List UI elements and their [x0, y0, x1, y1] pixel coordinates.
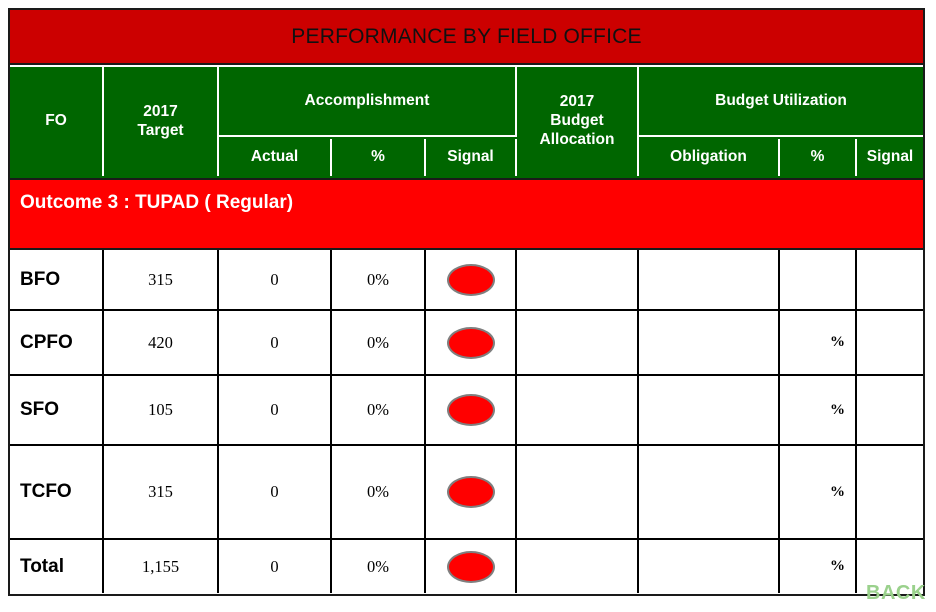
cell-actual: 0 [219, 376, 332, 444]
header-accomplishment-signal-label: Signal [447, 148, 494, 166]
cell-accomplishment-signal [426, 540, 517, 593]
table-title-band: PERFORMANCE BY FIELD OFFICE [10, 10, 923, 65]
header-accomplishment-signal: Signal [426, 139, 517, 176]
cell-accomplishment-signal [426, 446, 517, 538]
header-target-label: 2017 Target [137, 103, 183, 141]
header-actual-label: Actual [250, 148, 299, 166]
header-fo-label: FO [45, 112, 67, 130]
cell-budget-utilization-percent [780, 250, 857, 309]
performance-table: PERFORMANCE BY FIELD OFFICE FO 2017 Targ… [8, 8, 925, 596]
cell-obligation [639, 540, 780, 593]
header-budget-allocation-label: 2017 Budget Allocation [540, 93, 615, 150]
cell-target: 1,155 [104, 540, 219, 593]
cell-accomplishment-signal [426, 250, 517, 309]
signal-red-icon [446, 550, 495, 583]
cell-accomplishment-percent: 0% [332, 250, 426, 309]
cell-accomplishment-percent: 0% [332, 446, 426, 538]
header-budget-utilization-percent-label: % [810, 148, 825, 166]
section-header-row: Outcome 3 : TUPAD ( Regular) [10, 180, 923, 250]
table-row[interactable]: Total 1,155 0 0% % [10, 540, 923, 593]
table-row[interactable]: TCFO 315 0 0% % [10, 446, 923, 540]
slide-canvas: PERFORMANCE BY FIELD OFFICE FO 2017 Targ… [0, 0, 936, 612]
header-budget-utilization-percent: % [780, 139, 857, 176]
header-accomplishment-label: Accomplishment [304, 91, 430, 109]
cell-actual: 0 [219, 311, 332, 374]
cell-accomplishment-percent: 0% [332, 311, 426, 374]
header-accomplishment-percent-label: % [371, 148, 385, 166]
cell-fo: TCFO [10, 446, 104, 538]
table-row[interactable]: CPFO 420 0 0% % [10, 311, 923, 376]
header-budget-utilization-signal: Signal [857, 139, 923, 176]
cell-fo: CPFO [10, 311, 104, 374]
header-accomplishment-group: Accomplishment [219, 67, 517, 137]
cell-obligation [639, 311, 780, 374]
header-budget-allocation-line1: 2017 [559, 93, 595, 111]
section-title: Outcome 3 : TUPAD ( Regular) [20, 192, 294, 213]
header-budget-allocation-line2: Budget [550, 112, 604, 130]
cell-target: 315 [104, 250, 219, 309]
signal-red-icon [446, 394, 495, 426]
cell-budget-utilization-percent: % [780, 540, 857, 593]
back-link[interactable]: BACK [866, 583, 926, 603]
cell-actual: 0 [219, 250, 332, 309]
cell-budget-utilization-signal [857, 446, 923, 538]
header-target: 2017 Target [104, 67, 219, 176]
header-accomplishment-percent: % [332, 139, 426, 176]
cell-accomplishment-signal [426, 376, 517, 444]
header-obligation-label: Obligation [670, 148, 747, 166]
header-actual: Actual [219, 139, 332, 176]
cell-budget-utilization-signal [857, 311, 923, 374]
cell-fo: SFO [10, 376, 104, 444]
cell-budget-allocation [517, 540, 639, 593]
cell-target: 420 [104, 311, 219, 374]
header-budget-allocation-line3: Allocation [539, 130, 615, 148]
cell-budget-utilization-percent: % [780, 446, 857, 538]
cell-budget-utilization-percent: % [780, 311, 857, 374]
signal-red-icon [446, 476, 495, 508]
cell-budget-utilization-signal [857, 376, 923, 444]
cell-target: 315 [104, 446, 219, 538]
table-row[interactable]: BFO 315 0 0% [10, 250, 923, 311]
header-target-line2: Target [137, 121, 184, 139]
cell-budget-allocation [517, 446, 639, 538]
cell-actual: 0 [219, 540, 332, 593]
cell-budget-utilization-percent: % [780, 376, 857, 444]
cell-accomplishment-percent: 0% [332, 376, 426, 444]
header-budget-utilization-signal-label: Signal [866, 148, 914, 166]
cell-budget-allocation [517, 311, 639, 374]
header-obligation: Obligation [639, 139, 780, 176]
header-budget-allocation: 2017 Budget Allocation [517, 67, 639, 176]
table-body: BFO 315 0 0% CPFO 420 0 0% % SFO 105 0 0… [10, 250, 923, 595]
table-header-band: FO 2017 Target Accomplishment Actual % S… [10, 67, 923, 180]
cell-target: 105 [104, 376, 219, 444]
cell-accomplishment-signal [426, 311, 517, 374]
cell-budget-utilization-signal [857, 250, 923, 309]
cell-obligation [639, 446, 780, 538]
table-row[interactable]: SFO 105 0 0% % [10, 376, 923, 446]
header-fo: FO [10, 67, 104, 176]
cell-obligation [639, 250, 780, 309]
cell-fo: Total [10, 540, 104, 593]
header-budget-utilization-label: Budget Utilization [715, 91, 847, 109]
cell-budget-allocation [517, 376, 639, 444]
header-target-line1: 2017 [143, 102, 178, 120]
signal-red-icon [446, 326, 495, 359]
page-title: PERFORMANCE BY FIELD OFFICE [291, 24, 642, 48]
cell-accomplishment-percent: 0% [332, 540, 426, 593]
header-budget-utilization-group: Budget Utilization [639, 67, 923, 137]
cell-fo: BFO [10, 250, 104, 309]
cell-budget-allocation [517, 250, 639, 309]
cell-obligation [639, 376, 780, 444]
cell-actual: 0 [219, 446, 332, 538]
signal-red-icon [446, 263, 495, 296]
